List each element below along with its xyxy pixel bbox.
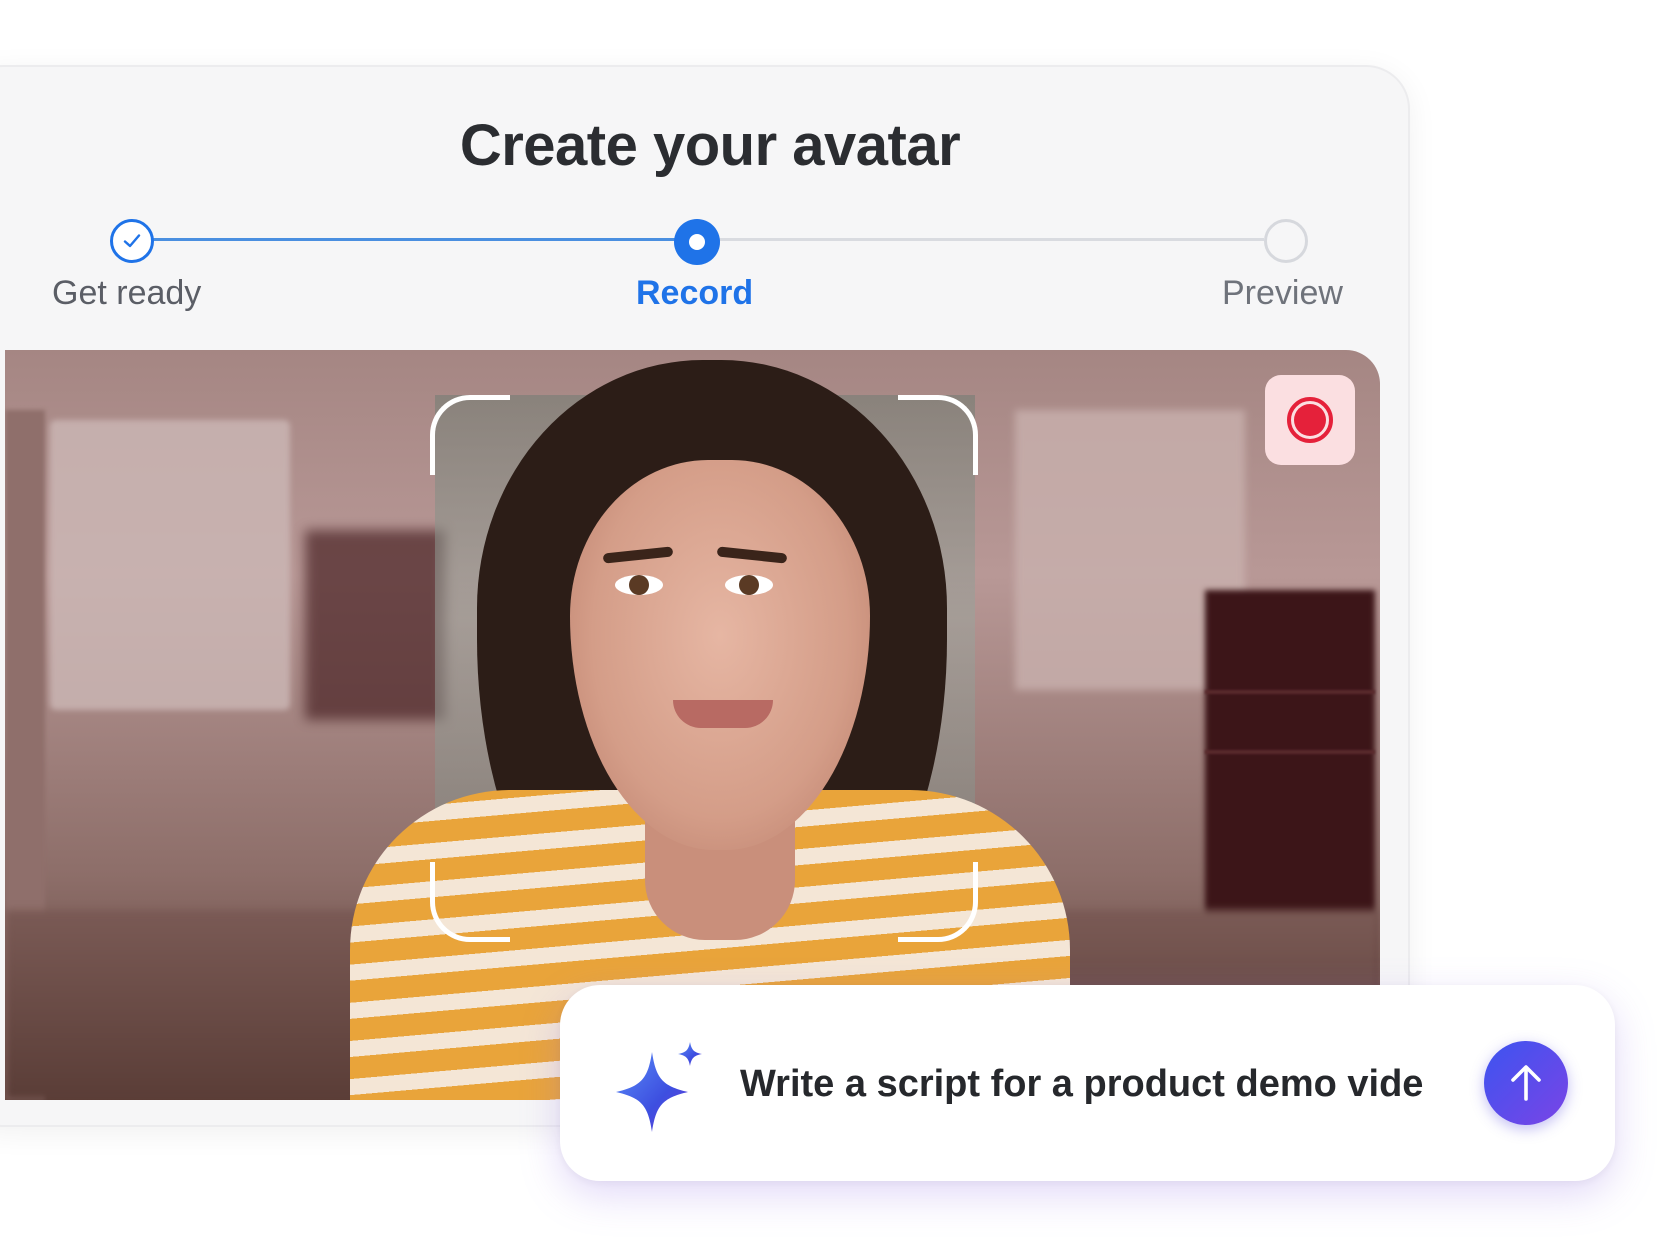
record-button[interactable] — [1265, 375, 1355, 465]
step-label-get-ready[interactable]: Get ready — [52, 274, 201, 313]
send-button[interactable] — [1484, 1041, 1568, 1125]
oven-line — [1205, 690, 1375, 694]
stepper-track-upcoming — [718, 238, 1264, 241]
background-dark-cabinet — [305, 530, 445, 720]
step-get-ready-check-icon[interactable] — [110, 219, 154, 263]
step-preview-dot[interactable] — [1264, 219, 1308, 263]
arrow-up-icon — [1511, 1065, 1541, 1101]
person-eye — [615, 575, 663, 595]
step-label-record[interactable]: Record — [636, 274, 753, 313]
step-label-preview[interactable]: Preview — [1222, 274, 1343, 313]
check-icon — [123, 234, 141, 248]
person-eye — [725, 575, 773, 595]
stage: Create your avatar Get ready Record Prev… — [0, 0, 1680, 1260]
scan-corner-top-right — [898, 395, 978, 475]
background-cabinet — [50, 420, 290, 710]
stepper-track-completed — [152, 238, 696, 241]
prompt-input[interactable]: Write a script for a product demo vide — [740, 1063, 1423, 1106]
step-record-dot[interactable] — [674, 219, 720, 265]
scan-corner-top-left — [430, 395, 510, 475]
scan-corner-bottom-right — [898, 862, 978, 942]
page-title: Create your avatar — [459, 113, 961, 178]
prompt-bar[interactable]: Write a script for a product demo vide — [560, 985, 1615, 1181]
record-icon — [1287, 397, 1333, 443]
person-mouth — [673, 700, 773, 728]
scan-corner-bottom-left — [430, 862, 510, 942]
sparkle-icon — [616, 1042, 702, 1132]
oven-line — [1205, 750, 1375, 754]
